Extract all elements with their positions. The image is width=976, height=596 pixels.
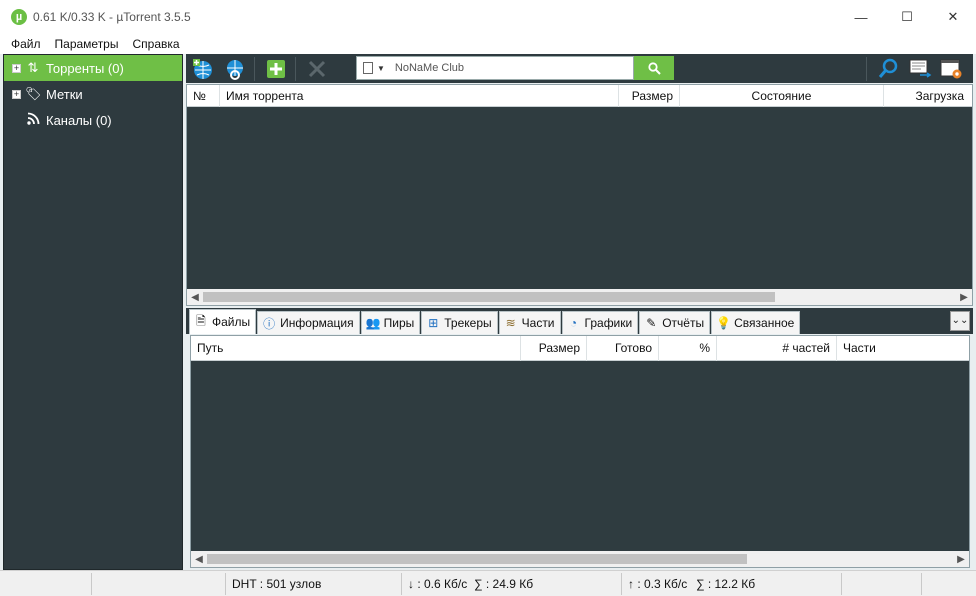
column-download[interactable]: Загрузка (884, 85, 970, 107)
tab-pieces[interactable]: ≋ Части (498, 311, 561, 334)
add-url-button[interactable] (188, 55, 218, 82)
window-controls: — ☐ ✕ (838, 0, 976, 34)
sidebar-item-label: Торренты (0) (46, 60, 124, 76)
menu-help[interactable]: Справка (125, 37, 186, 51)
related-icon: 💡 (716, 316, 732, 330)
menu-bar: Файл Параметры Справка (0, 34, 976, 54)
menu-options[interactable]: Параметры (48, 37, 126, 51)
sidebar-item-torrents[interactable]: + ⇅ Торренты (0) (4, 55, 182, 81)
toolbar-right (862, 55, 967, 82)
detail-tabs: 🗎 Файлы ⓘ Информация 👥 Пиры ⊞ Трекеры ≋ … (186, 308, 973, 334)
tab-info[interactable]: ⓘ Информация (257, 311, 360, 334)
double-chevron-down-icon: ⌄⌄ (951, 315, 969, 326)
tab-files[interactable]: 🗎 Файлы (189, 309, 257, 334)
create-torrent-button[interactable] (220, 55, 250, 82)
upload-speed: ↑ : 0.3 Кб/с (628, 576, 688, 591)
find-icon (878, 58, 898, 78)
upload-total: ∑ : 12.2 Кб (690, 572, 842, 595)
horizontal-scrollbar[interactable]: ◀ ▶ (191, 551, 969, 567)
rss-icon (25, 112, 41, 128)
torrent-list-header: № Имя торрента Размер Состояние Загрузка (187, 85, 972, 107)
minimize-button[interactable]: — (838, 0, 884, 34)
tab-peers[interactable]: 👥 Пиры (360, 311, 421, 334)
add-url-icon (193, 58, 212, 79)
column-name[interactable]: Имя торрента (220, 85, 619, 107)
remote-button[interactable] (905, 55, 935, 82)
peers-icon: 👥 (365, 316, 381, 330)
column-size[interactable]: Размер (619, 85, 680, 107)
scroll-right-icon[interactable]: ▶ (953, 554, 969, 565)
scroll-thumb[interactable] (207, 554, 747, 564)
scroll-left-icon[interactable]: ◀ (187, 292, 203, 303)
title-bar: µ 0.61 K/0.33 K - µTorrent 3.5.5 — ☐ ✕ (0, 0, 976, 34)
scroll-right-icon[interactable]: ▶ (956, 292, 972, 303)
pieces-icon: ≋ (505, 316, 516, 330)
maximize-button[interactable]: ☐ (884, 0, 930, 34)
trackers-icon: ⊞ (428, 316, 439, 330)
add-torrent-icon (267, 59, 285, 78)
remote-icon (909, 59, 932, 78)
files-icon: 🗎 (196, 313, 206, 328)
settings-icon (940, 59, 962, 78)
remove-icon (308, 60, 326, 77)
info-icon: ⓘ (263, 316, 276, 331)
status-bar: DHT : 501 узлов ↓ : 0.6 Кб/с ∑ : 24.9 Кб… (0, 570, 976, 596)
column-path[interactable]: Путь (191, 336, 521, 361)
logger-icon: ✎ (646, 316, 657, 330)
collapse-panel-button[interactable]: ⌄⌄ (950, 311, 970, 331)
tab-logger[interactable]: ✎ Отчёты (639, 311, 711, 334)
chevron-down-icon[interactable]: ▼ (377, 64, 385, 73)
window-title: 0.61 K/0.33 K - µTorrent 3.5.5 (33, 10, 191, 24)
search-input[interactable] (392, 61, 613, 75)
expand-icon[interactable]: + (12, 63, 21, 73)
sidebar-item-label: Каналы (0) (46, 112, 112, 128)
dht-status: DHT : 501 узлов (226, 572, 402, 595)
torrent-list[interactable]: № Имя торрента Размер Состояние Загрузка… (186, 84, 973, 306)
scroll-left-icon[interactable]: ◀ (191, 554, 207, 565)
search-provider-icon[interactable] (363, 62, 373, 74)
download-speed: ↓ : 0.6 Кб/с (408, 576, 468, 591)
files-list[interactable]: Путь Размер Готово % # частей Части ◀ ▶ (190, 335, 970, 568)
add-torrent-button[interactable] (261, 55, 291, 82)
horizontal-scrollbar[interactable]: ◀ ▶ (187, 289, 972, 305)
category-sidebar: + ⇅ Торренты (0) + 🏷 Метки Каналы (0) (3, 54, 183, 570)
create-torrent-icon (227, 59, 243, 80)
column-pieces[interactable]: Части (837, 336, 967, 361)
files-list-header: Путь Размер Готово % # частей Части (191, 336, 969, 361)
search-button[interactable] (634, 56, 674, 80)
download-total: ∑ : 24.9 Кб (468, 572, 622, 595)
tab-trackers[interactable]: ⊞ Трекеры (421, 311, 498, 334)
utorrent-logo-icon: µ (11, 9, 27, 25)
column-file-size[interactable]: Размер (521, 336, 587, 361)
sidebar-item-feeds[interactable]: Каналы (0) (4, 107, 182, 133)
sidebar-item-label: Метки (46, 86, 83, 102)
column-percent[interactable]: % (659, 336, 717, 361)
column-piece-count[interactable]: # частей (717, 336, 837, 361)
menu-file[interactable]: Файл (4, 37, 48, 51)
sidebar-item-labels[interactable]: + 🏷 Метки (4, 81, 182, 107)
expand-icon[interactable]: + (12, 89, 21, 99)
tab-graphs[interactable]: ◔ Графики (561, 311, 639, 334)
preferences-button[interactable] (937, 55, 967, 82)
column-status[interactable]: Состояние (680, 85, 884, 107)
column-done[interactable]: Готово (587, 336, 659, 361)
search-icon (647, 61, 661, 75)
search-bar: ▼ (356, 56, 676, 80)
graphs-icon: ◔ (569, 316, 578, 330)
column-number[interactable]: № (187, 85, 220, 107)
tag-icon: 🏷 (25, 86, 42, 101)
remove-torrent-button[interactable] (302, 55, 332, 82)
torrents-icon: ⇅ (27, 60, 39, 75)
main-toolbar: ▼ (186, 54, 973, 83)
tab-related[interactable]: 💡 Связанное (711, 311, 801, 334)
find-button[interactable] (873, 55, 903, 82)
search-field-container: ▼ (356, 56, 634, 80)
scroll-thumb[interactable] (203, 292, 775, 302)
close-button[interactable]: ✕ (930, 0, 976, 34)
